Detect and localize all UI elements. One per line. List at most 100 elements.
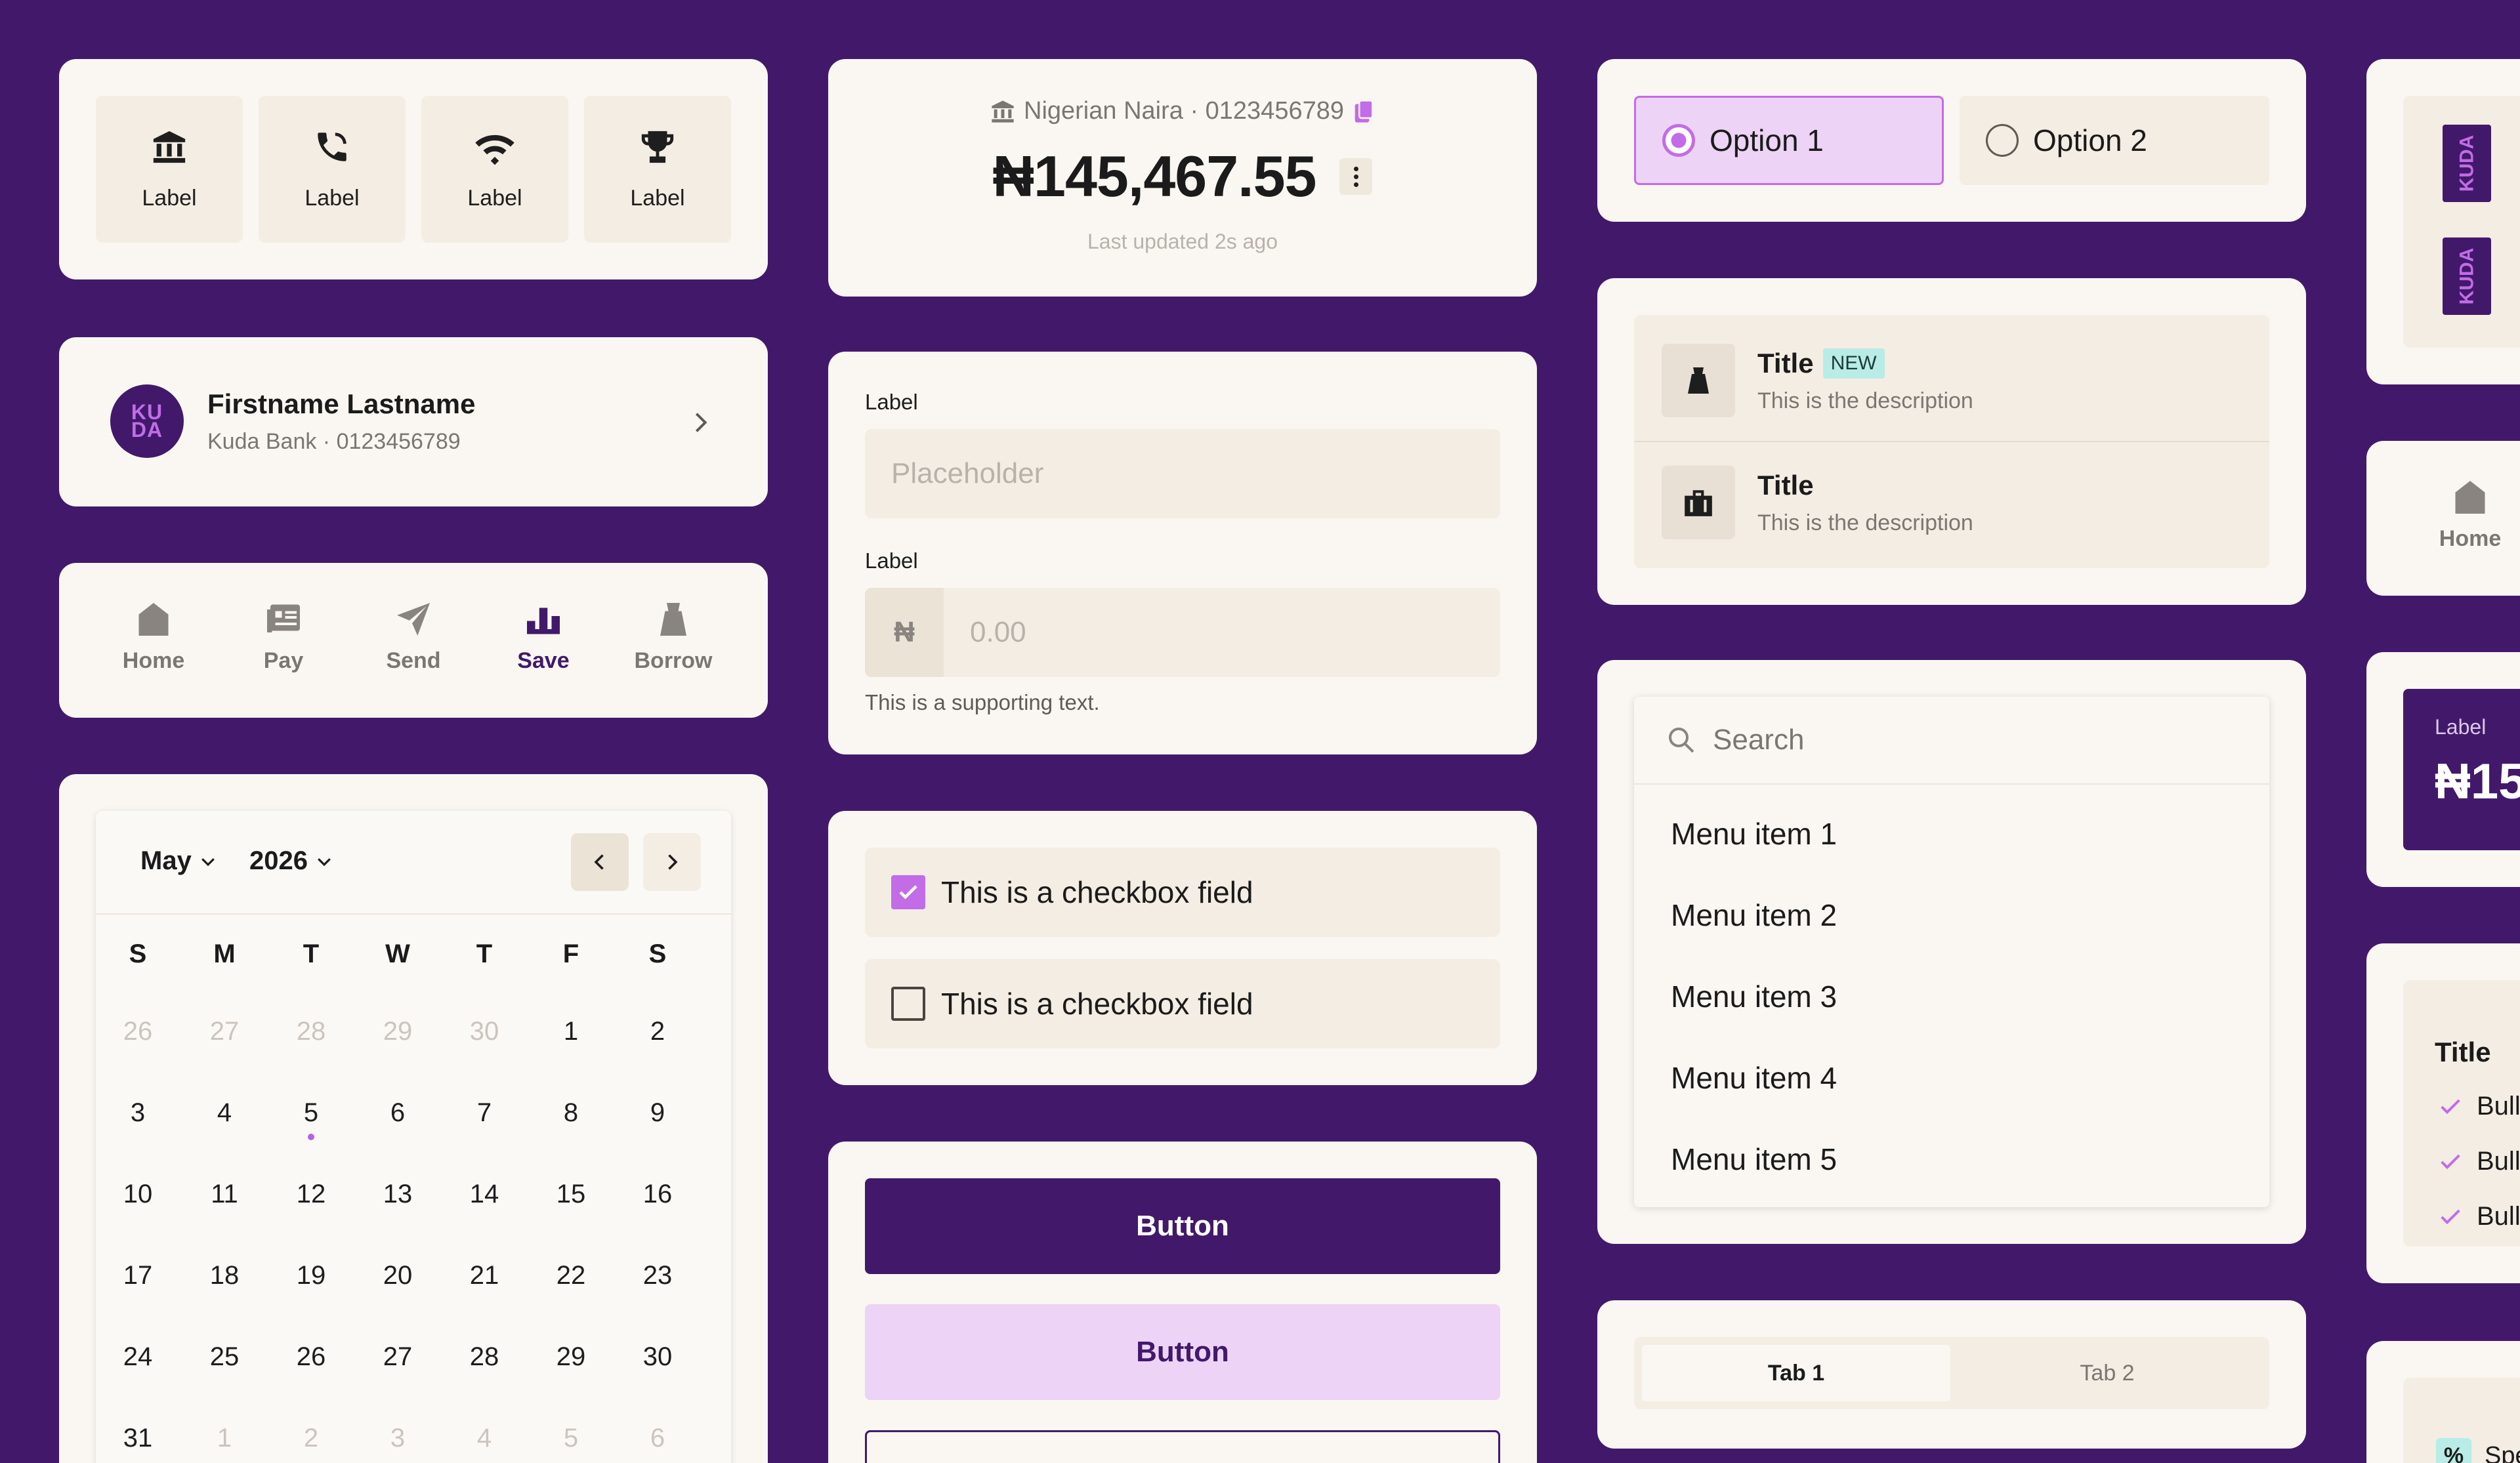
nav-item-save[interactable]: Save <box>478 600 609 674</box>
balance-widget-label: Label <box>2435 715 2487 739</box>
calendar-day[interactable]: 21 <box>441 1235 528 1316</box>
checkbox-field[interactable]: This is a checkbox field <box>865 848 1500 937</box>
calendar-day[interactable]: 16 <box>614 1153 701 1235</box>
quick-action-label: Label <box>467 185 522 211</box>
calendar-day[interactable]: 11 <box>181 1153 268 1235</box>
quick-action-phone[interactable]: Label <box>259 96 406 243</box>
calendar-day[interactable]: 27 <box>354 1316 441 1397</box>
calendar-day[interactable]: 17 <box>94 1235 181 1316</box>
weekday-label: F <box>562 939 579 968</box>
calendar-day[interactable]: 24 <box>94 1316 181 1397</box>
calendar-day[interactable]: 18 <box>181 1235 268 1316</box>
calendar-day[interactable]: 4 <box>181 1072 268 1153</box>
calendar-day-outside: 2 <box>303 1423 319 1453</box>
calendar-day[interactable]: 2 <box>614 991 701 1072</box>
menu-item[interactable]: Menu item 2 <box>1671 897 1837 933</box>
calendar-day[interactable]: 28 <box>441 1316 528 1397</box>
checkbox-field[interactable]: This is a checkbox field <box>865 959 1500 1048</box>
nav-label: Save <box>517 648 570 673</box>
calendar-day[interactable]: 12 <box>268 1153 354 1235</box>
calendar-day[interactable]: 14 <box>441 1153 528 1235</box>
prev-month-button[interactable] <box>571 833 629 891</box>
calendar-day[interactable]: 31 <box>94 1397 181 1463</box>
calendar-day[interactable]: 13 <box>354 1153 441 1235</box>
checkbox-checked[interactable] <box>891 875 925 909</box>
primary-button[interactable]: Button <box>865 1178 1500 1274</box>
quick-actions-row: Label Label Label Label <box>96 96 731 243</box>
weekday-label: T <box>303 939 320 968</box>
calendar-day[interactable]: 22 <box>528 1235 614 1316</box>
calendar-day[interactable]: 8 <box>528 1072 614 1153</box>
nav-item-borrow[interactable]: Borrow <box>608 600 739 674</box>
buttons-card: Button Button <box>828 1142 1537 1463</box>
radio-option-2[interactable]: Option 2 <box>1960 96 2269 185</box>
calendar-day[interactable]: 20 <box>354 1235 441 1316</box>
borrow-icon <box>660 603 686 636</box>
chip-text: Spe <box>2485 1441 2520 1463</box>
quick-action-trophy[interactable]: Label <box>584 96 731 243</box>
contact-card[interactable]: KU DA Firstname Lastname Kuda Bank · 012… <box>59 337 768 506</box>
today-indicator-dot <box>308 1134 314 1140</box>
calendar-day[interactable]: 10 <box>94 1153 181 1235</box>
menu-item[interactable]: Menu item 4 <box>1671 1060 1837 1096</box>
briefcase-icon <box>1685 490 1712 516</box>
radio-label: Option 2 <box>2033 123 2147 157</box>
contact-subtitle: Kuda Bank · 0123456789 <box>207 429 461 454</box>
list-item-text: Title This is the description <box>1757 470 1973 536</box>
copy-icon[interactable] <box>1352 98 1376 125</box>
amount-input[interactable]: ₦ 0.00 <box>865 588 1500 677</box>
calendar-day[interactable]: 25 <box>181 1316 268 1397</box>
calendar-day[interactable]: 23 <box>614 1235 701 1316</box>
list-item[interactable]: Title This is the description <box>1634 443 2269 562</box>
chip-card: % Spe <box>2366 1341 2520 1463</box>
search-input[interactable]: Search <box>1634 697 2269 785</box>
currency-prefix: ₦ <box>865 588 944 677</box>
dropdown-menu: Search Menu item 1 Menu item 2 Menu item… <box>1634 697 2269 1207</box>
outline-button[interactable] <box>865 1430 1500 1463</box>
more-options-button[interactable] <box>1339 158 1373 195</box>
calendar-day-outside: 27 <box>209 1016 240 1046</box>
chevron-down-icon <box>201 857 215 866</box>
list-item-icon-box <box>1662 466 1735 539</box>
calendar-day[interactable]: 9 <box>614 1072 701 1153</box>
calendar-day[interactable]: 30 <box>614 1316 701 1397</box>
nav-item-home[interactable]: Home <box>2404 478 2520 552</box>
trophy-icon <box>641 131 674 163</box>
calendar-day[interactable]: 15 <box>528 1153 614 1235</box>
balance-row: ₦145,467.55 <box>828 143 1537 210</box>
calendar-day[interactable]: 29 <box>528 1316 614 1397</box>
quick-action-wifi[interactable]: Label <box>421 96 568 243</box>
tab-2[interactable]: Tab 2 <box>1953 1345 2261 1401</box>
logo-text: KUDA <box>2456 134 2478 192</box>
menu-item[interactable]: Menu item 1 <box>1671 816 1837 852</box>
new-badge: NEW <box>1822 348 1885 379</box>
calendar-day[interactable]: 7 <box>441 1072 528 1153</box>
menu-item[interactable]: Menu item 3 <box>1671 979 1837 1014</box>
nav-item-pay[interactable]: Pay <box>218 600 349 674</box>
check-icon <box>899 885 917 899</box>
calendar-divider <box>96 913 731 915</box>
account-line: Nigerian Naira · 0123456789 <box>828 97 1537 125</box>
nav-item-home[interactable]: Home <box>88 600 219 674</box>
nav-item-send[interactable]: Send <box>348 600 479 674</box>
calendar-day-outside: 4 <box>476 1423 492 1453</box>
radio-option-1[interactable]: Option 1 <box>1634 96 1944 185</box>
calendar-day[interactable]: 3 <box>94 1072 181 1153</box>
secondary-button[interactable]: Button <box>865 1304 1500 1400</box>
calendar-day[interactable]: 1 <box>528 991 614 1072</box>
calendar-day[interactable]: 6 <box>354 1072 441 1153</box>
promo-chip[interactable]: % Spe <box>2436 1438 2520 1463</box>
next-month-button[interactable] <box>643 833 701 891</box>
tab-1[interactable]: Tab 1 <box>1642 1345 1950 1401</box>
month-select[interactable]: May <box>140 846 218 876</box>
year-select[interactable]: 2026 <box>249 846 334 876</box>
calendar-day[interactable]: 26 <box>268 1316 354 1397</box>
quick-action-bank[interactable]: Label <box>96 96 243 243</box>
checkbox-unchecked[interactable] <box>891 987 925 1021</box>
calendar-day[interactable]: 19 <box>268 1235 354 1316</box>
menu-item[interactable]: Menu item 5 <box>1671 1142 1837 1177</box>
calendar-day-today[interactable]: 5 <box>268 1072 354 1153</box>
list-item-title: Title <box>1757 469 1814 501</box>
list-item[interactable]: Title NEW This is the description <box>1634 321 2269 440</box>
text-input[interactable]: Placeholder <box>865 429 1500 518</box>
